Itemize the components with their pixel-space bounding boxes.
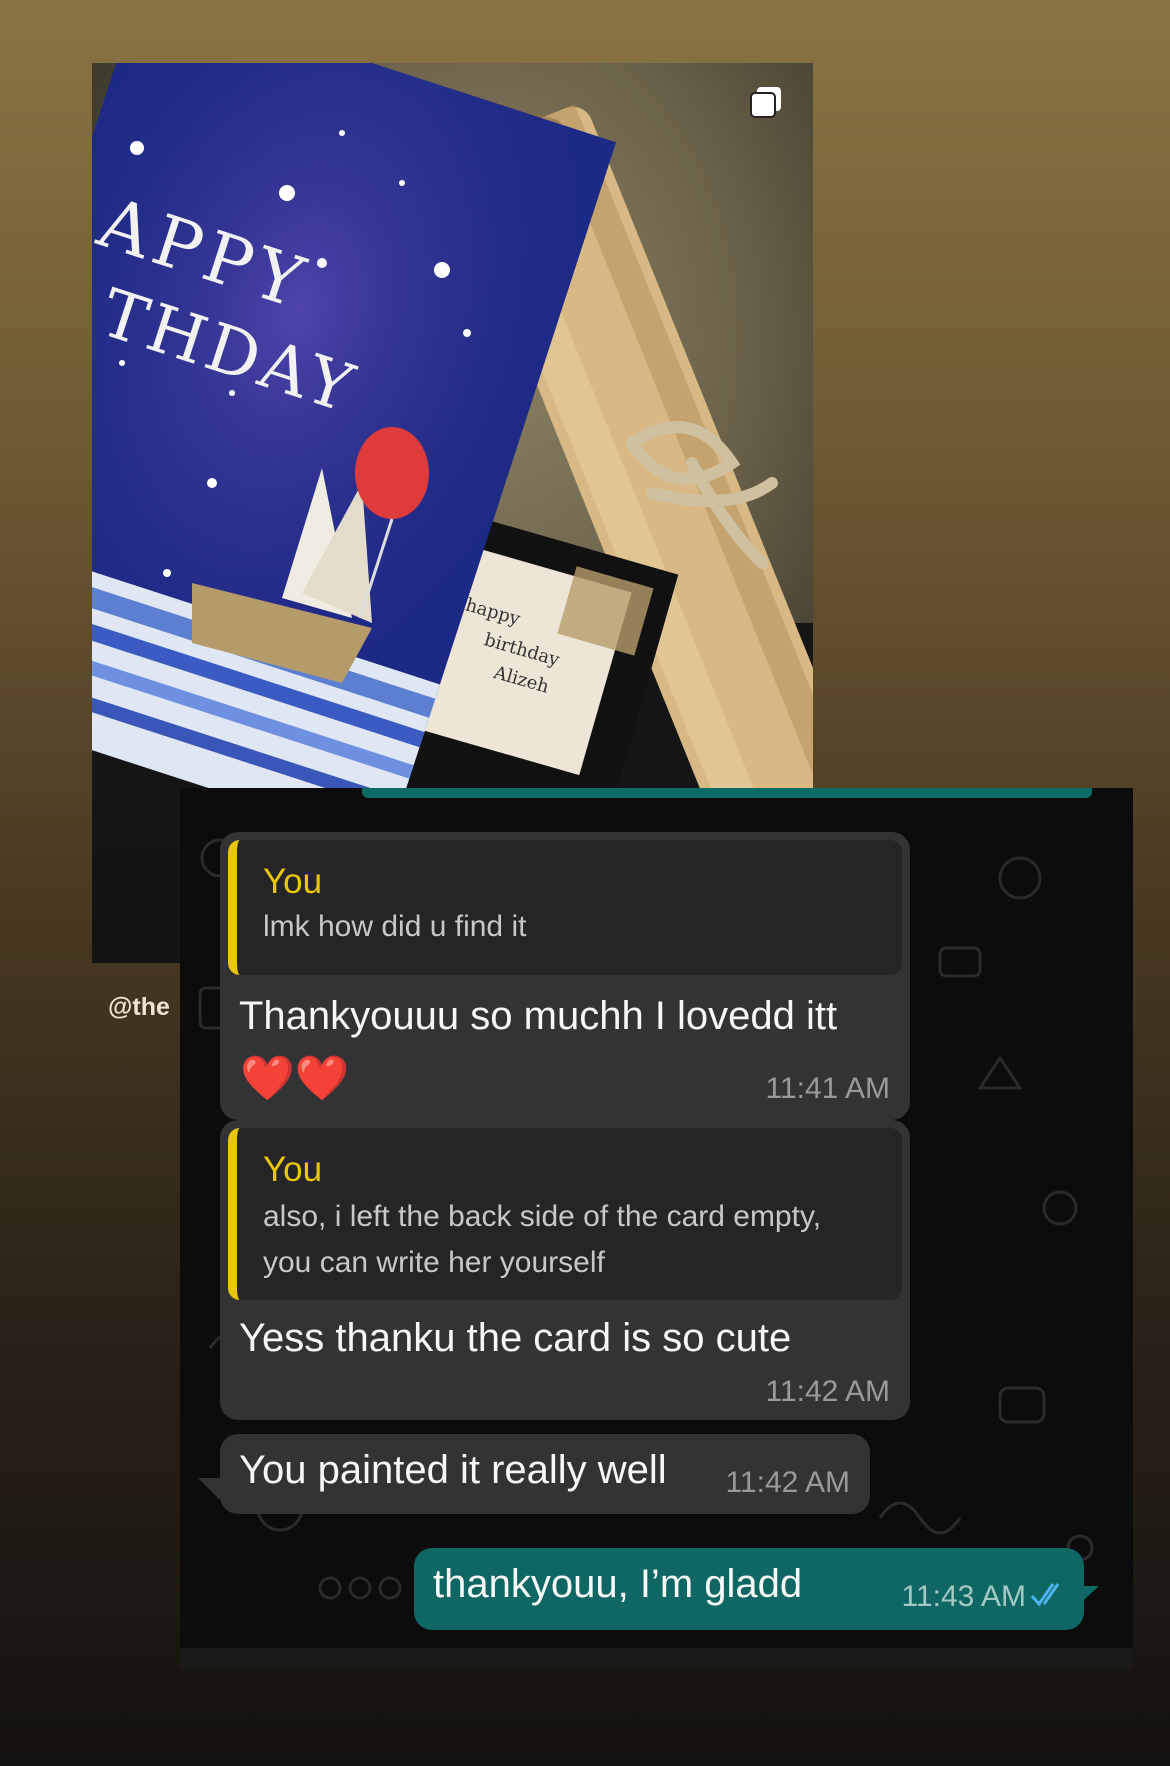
chat-top-strip: [362, 788, 1092, 798]
message-text: You painted it really well: [239, 1448, 667, 1492]
birthday-card-artwork: APPY THDAY happy birthday Alizeh: [92, 63, 813, 849]
chat-screenshot: You lmk how did u find it Thankyouuu so …: [180, 788, 1133, 1668]
message-text: Yess thanku the card is so cute: [239, 1316, 792, 1360]
outgoing-message[interactable]: thankyouu, I’m gladd 11:43 AM: [414, 1548, 1084, 1630]
incoming-message-3[interactable]: You painted it really well 11:42 AM: [220, 1434, 870, 1514]
quote-author: You: [263, 862, 323, 901]
quote-text-line2: you can write her yourself: [263, 1246, 605, 1279]
message-time: 11:43 AM: [901, 1580, 1026, 1613]
double-check-read-icon: [1030, 1583, 1060, 1607]
hearts-emoji: ❤️❤️: [240, 1054, 350, 1103]
message-text: thankyouu, I’m gladd: [433, 1562, 803, 1606]
bubble-tail: [1075, 1586, 1099, 1608]
message-text: Thankyouuu so muchh I lovedd itt: [239, 994, 838, 1038]
quote-author: You: [263, 1150, 323, 1189]
incoming-message-1[interactable]: You lmk how did u find it Thankyouuu so …: [220, 832, 910, 1120]
bubble-tail: [198, 1478, 220, 1500]
multiple-photos-icon[interactable]: [749, 85, 783, 119]
quote-text: lmk how did u find it: [263, 910, 527, 943]
chat-bottom-bar: [180, 1648, 1133, 1668]
quoted-reply-2[interactable]: You also, i left the back side of the ca…: [228, 1128, 902, 1300]
quoted-reply-1[interactable]: You lmk how did u find it: [228, 840, 902, 975]
message-time: 11:42 AM: [725, 1466, 850, 1499]
message-time: 11:42 AM: [765, 1375, 890, 1408]
quote-text-line1: also, i left the back side of the card e…: [263, 1200, 822, 1233]
incoming-message-2[interactable]: You also, i left the back side of the ca…: [220, 1120, 910, 1420]
message-time: 11:41 AM: [765, 1072, 890, 1105]
post-handle[interactable]: @the: [108, 993, 170, 1022]
